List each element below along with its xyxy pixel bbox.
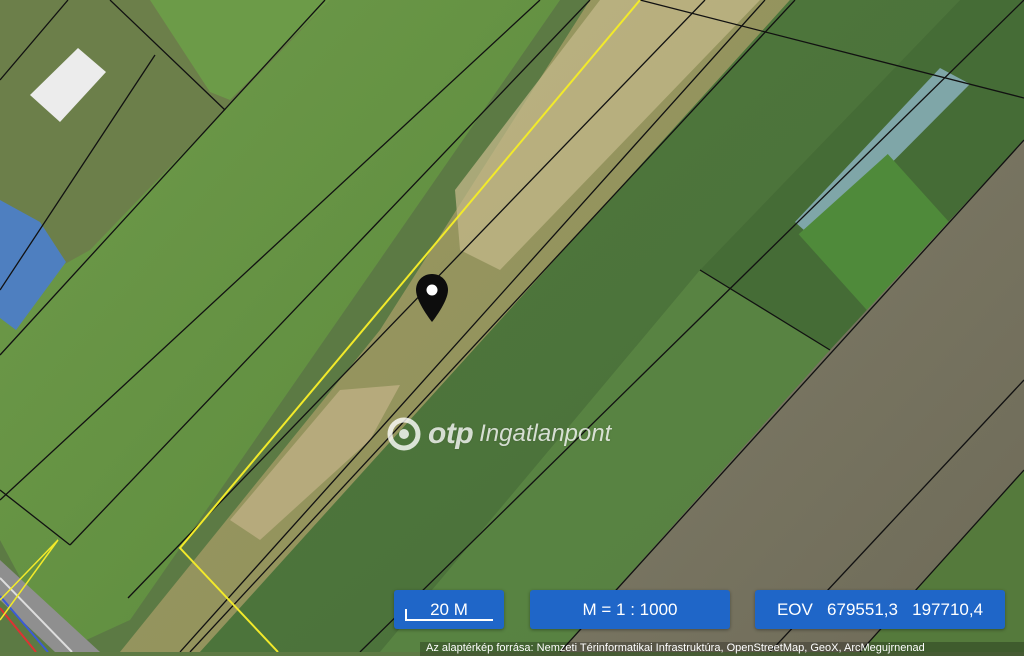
scale-ratio-label: M = 1 : 1000 [582, 599, 678, 619]
coordinate-x: 679551,3 [827, 599, 898, 619]
map-attribution: Az alaptérkép forrása: Nemzeti Térinform… [420, 642, 1024, 656]
scale-ratio: M = 1 : 1000 [530, 590, 730, 629]
coordinate-system: EOV [776, 599, 813, 619]
coordinate-readout: EOV 679551,3 197710,4 [755, 590, 1005, 629]
scale-bar: 20 M [394, 590, 504, 629]
coordinate-y: 197710,4 [912, 599, 984, 619]
scale-bar-line [405, 608, 493, 621]
map-pin-icon[interactable] [414, 272, 450, 324]
satellite-map[interactable] [0, 0, 1024, 652]
